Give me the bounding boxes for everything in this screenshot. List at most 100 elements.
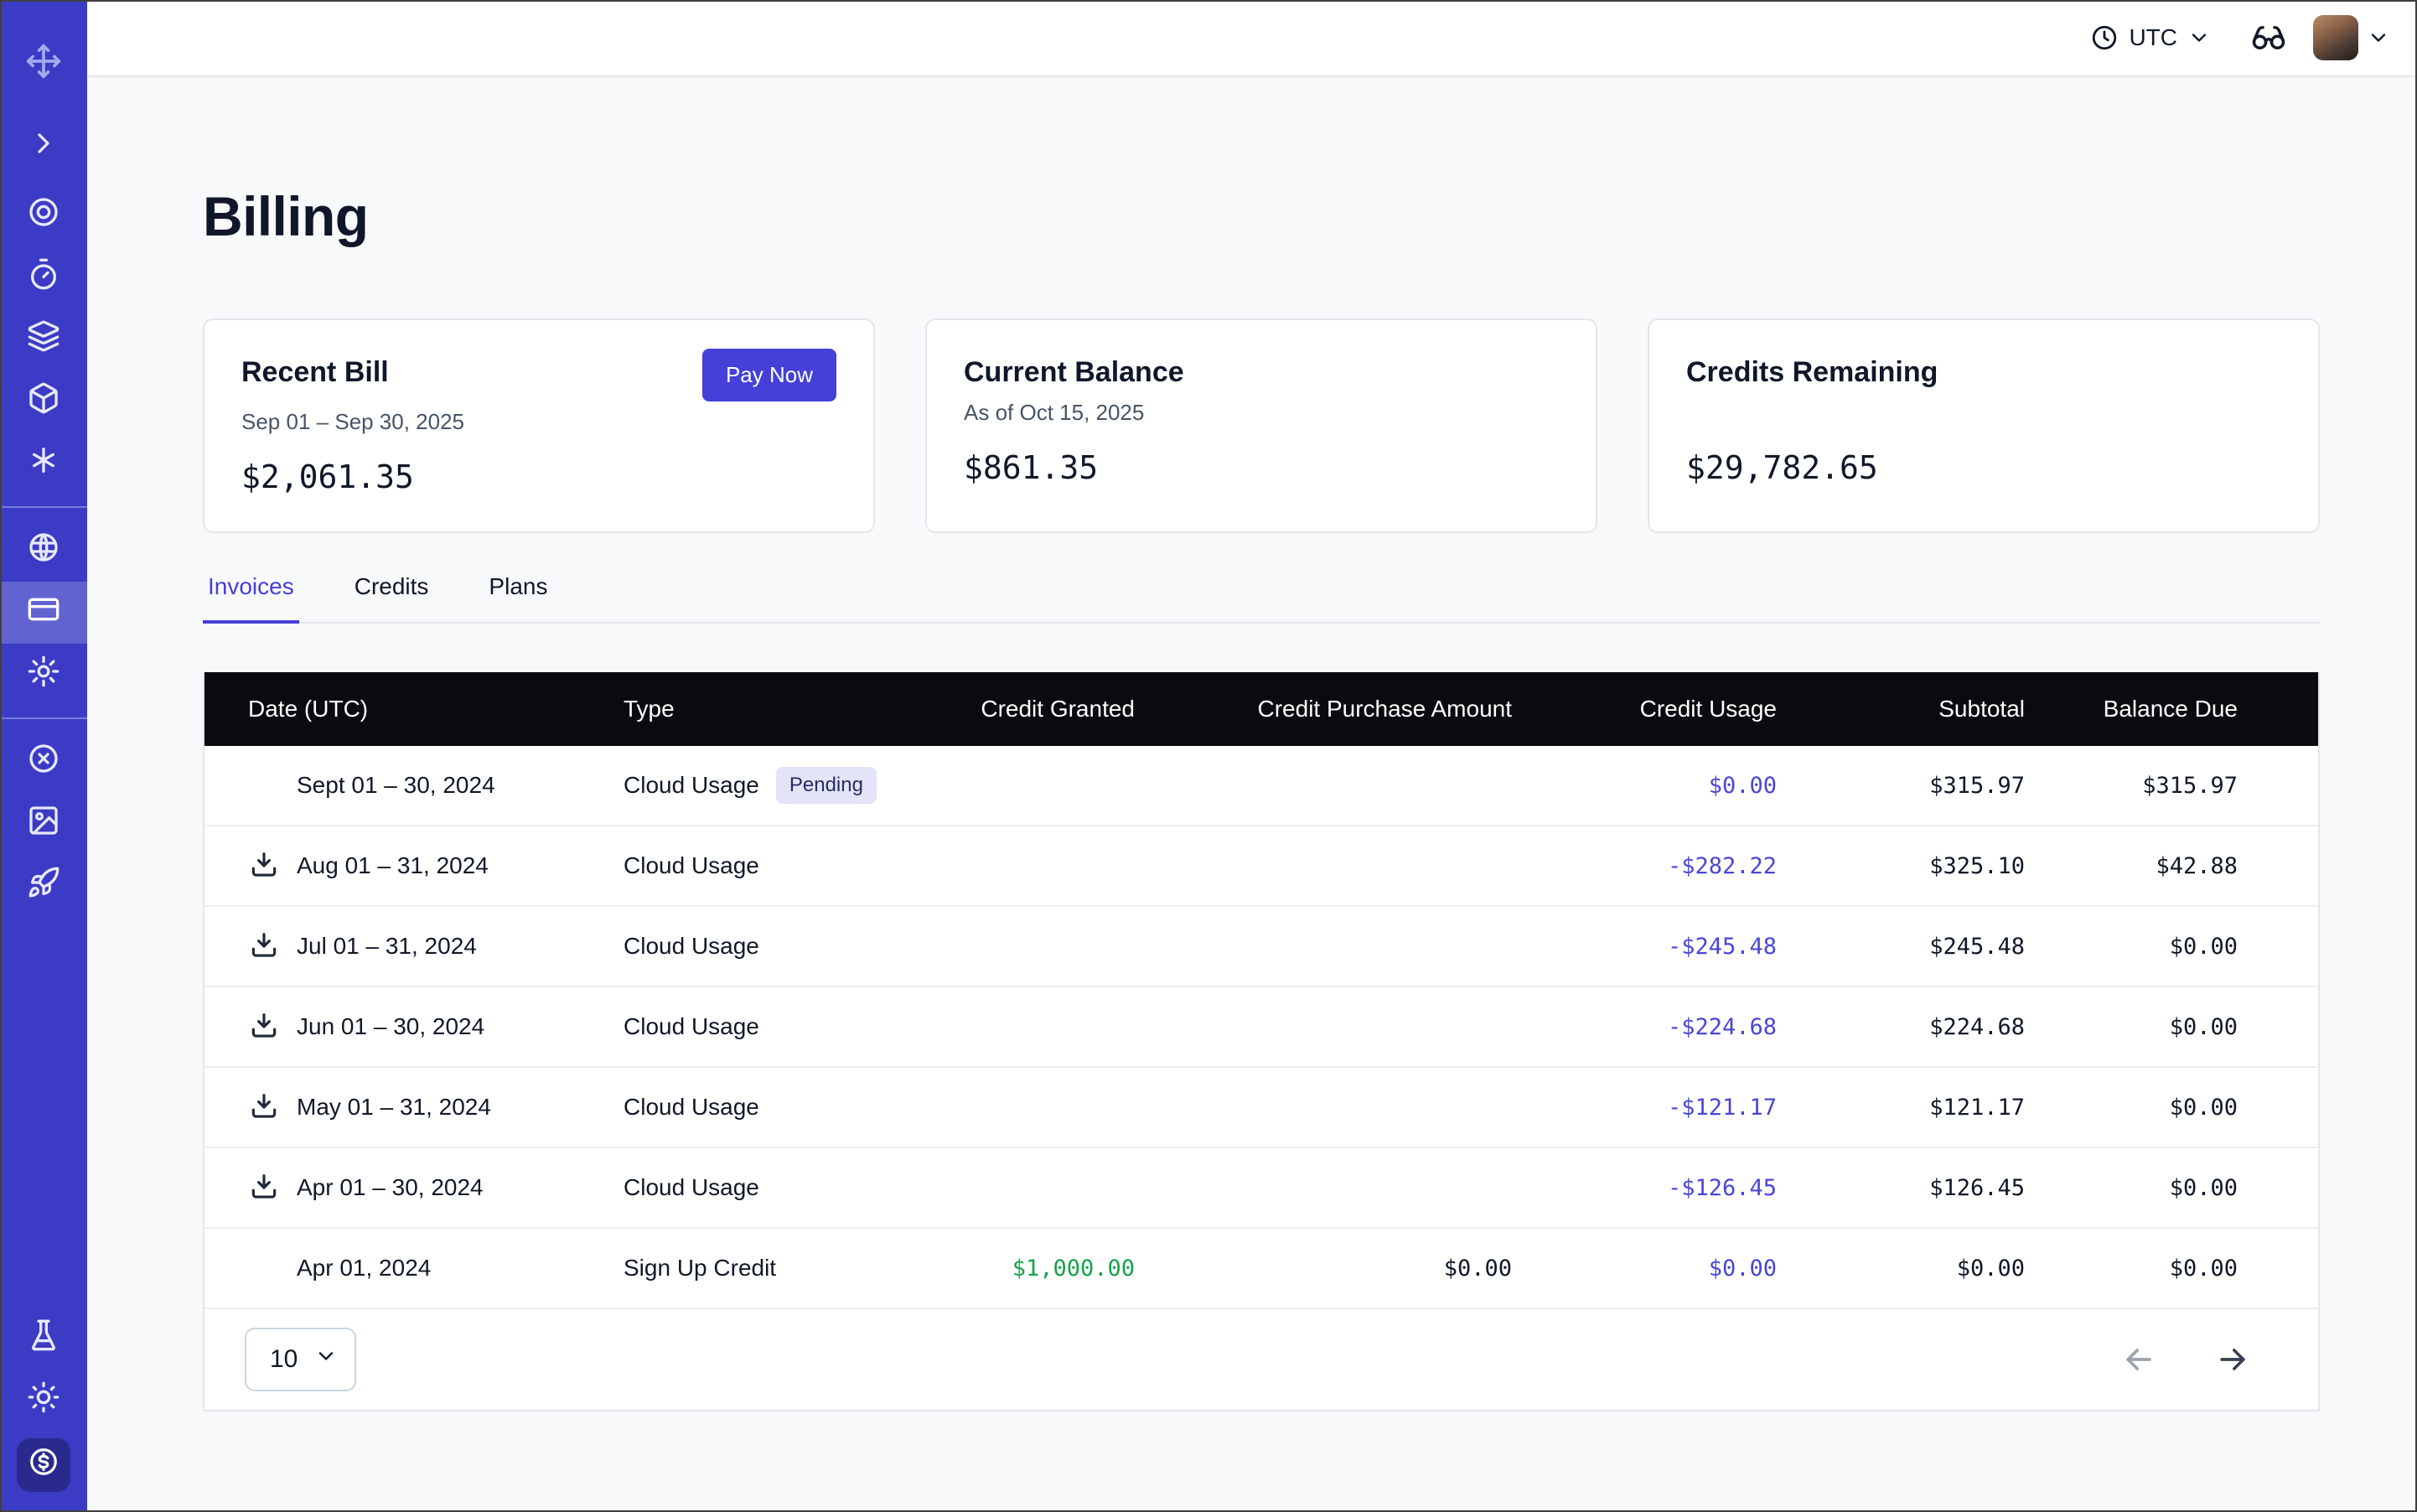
table-row: Jul 01 – 31, 2024 Cloud Usage -$245.48 $… [204, 907, 2318, 987]
column-header-subtotal: Subtotal [1777, 696, 2025, 722]
tab-plans[interactable]: Plans [484, 573, 552, 622]
table-row: Apr 01, 2024 Sign Up Credit $1,000.00 $0… [204, 1229, 2318, 1309]
column-header-type: Type [624, 696, 892, 722]
subtotal-value: $325.10 [1777, 853, 2025, 879]
summary-cards: Recent Bill Pay Now Sep 01 – Sep 30, 202… [203, 318, 2320, 533]
card-subtitle: As of Oct 15, 2025 [964, 397, 1559, 427]
invoice-type: Cloud Usage [624, 1013, 759, 1040]
sidebar-item-activity[interactable] [0, 246, 87, 308]
balance-due-value: $0.00 [2025, 1256, 2318, 1282]
column-header-credit-usage: Credit Usage [1512, 696, 1777, 722]
column-header-date: Date (UTC) [204, 696, 624, 722]
credit-usage-value: $0.00 [1512, 773, 1777, 799]
credits-remaining-card: Credits Remaining $29,782.65 [1648, 318, 2320, 533]
invoice-date: Jul 01 – 31, 2024 [297, 933, 477, 960]
table-row: May 01 – 31, 2024 Cloud Usage -$121.17 $… [204, 1068, 2318, 1148]
tab-credits[interactable]: Credits [349, 573, 434, 622]
table-row: Apr 01 – 30, 2024 Cloud Usage -$126.45 $… [204, 1148, 2318, 1229]
box-icon [27, 381, 60, 422]
clock-icon [2090, 23, 2119, 52]
sidebar-item-support[interactable] [0, 731, 87, 793]
pending-status-badge: Pending [776, 767, 877, 804]
table-header-row: Date (UTC) Type Credit Granted Credit Pu… [204, 672, 2318, 746]
sidebar-item-theme[interactable] [0, 1370, 87, 1432]
subtotal-value: $126.45 [1777, 1175, 2025, 1201]
view-mode-button[interactable] [2251, 20, 2286, 55]
sidebar [0, 0, 87, 1512]
previous-page-button[interactable] [2120, 1341, 2157, 1378]
credit-usage-value: $0.00 [1512, 1256, 1777, 1282]
current-balance-card: Current Balance As of Oct 15, 2025 $861.… [925, 318, 1597, 533]
sidebar-item-packages[interactable] [0, 370, 87, 432]
download-invoice-button[interactable] [248, 850, 280, 882]
pagination [2120, 1341, 2251, 1378]
timezone-selector[interactable]: UTC [2090, 23, 2211, 52]
sidebar-item-console[interactable] [0, 793, 87, 855]
credit-usage-value: -$126.45 [1512, 1175, 1777, 1201]
sidebar-item-clusters[interactable] [0, 308, 87, 370]
invoices-table: Date (UTC) Type Credit Granted Credit Pu… [203, 672, 2320, 1411]
balance-due-value: $0.00 [2025, 1095, 2318, 1121]
target-icon [27, 195, 60, 236]
subtotal-value: $121.17 [1777, 1095, 2025, 1121]
circle-x-icon [27, 742, 60, 782]
invoice-date: Apr 01 – 30, 2024 [297, 1174, 484, 1201]
invoice-type: Cloud Usage [624, 933, 759, 960]
subtotal-value: $0.00 [1777, 1256, 2025, 1282]
chevron-right-icon [27, 127, 60, 167]
card-subtitle [1686, 397, 2281, 427]
chevron-down-icon[interactable] [2367, 26, 2390, 49]
billing-app: UTC Billing [0, 0, 2417, 1512]
balance-due-value: $315.97 [2025, 773, 2318, 799]
gear-icon [27, 655, 60, 695]
invoice-date: Aug 01 – 31, 2024 [297, 852, 489, 879]
card-amount: $2,061.35 [241, 458, 836, 495]
download-invoice-button[interactable] [248, 1091, 280, 1123]
tab-invoices[interactable]: Invoices [203, 573, 299, 624]
balance-due-value: $0.00 [2025, 1175, 2318, 1201]
next-page-button[interactable] [2214, 1341, 2251, 1378]
sidebar-item-usage[interactable] [0, 520, 87, 582]
invoice-type: Cloud Usage [624, 1094, 759, 1121]
recent-bill-card: Recent Bill Pay Now Sep 01 – Sep 30, 202… [203, 318, 875, 533]
card-subtitle: Sep 01 – Sep 30, 2025 [241, 406, 836, 437]
avatar[interactable] [2313, 15, 2358, 60]
flask-icon [27, 1318, 60, 1359]
page-size-select[interactable]: 10 [245, 1328, 356, 1391]
sidebar-divider [0, 717, 87, 719]
sidebar-item-settings[interactable] [0, 644, 87, 706]
card-amount: $29,782.65 [1686, 449, 2281, 486]
balance-due-value: $0.00 [2025, 934, 2318, 960]
balance-due-value: $42.88 [2025, 853, 2318, 879]
billing-page: Billing Recent Bill Pay Now Sep 01 – Sep… [87, 77, 2417, 1512]
sidebar-expand-button[interactable] [0, 116, 87, 178]
dollar-icon [28, 1446, 60, 1484]
credit-usage-value: -$282.22 [1512, 853, 1777, 879]
sidebar-item-launch[interactable] [0, 855, 87, 917]
rocket-icon [27, 866, 60, 906]
download-invoice-button[interactable] [248, 1011, 280, 1043]
timer-icon [27, 257, 60, 298]
asterisk-icon [27, 443, 60, 484]
chevron-down-icon [314, 1344, 338, 1375]
pay-now-button[interactable]: Pay Now [702, 349, 836, 401]
page-size-value: 10 [270, 1345, 298, 1374]
app-logo[interactable] [0, 34, 87, 96]
subtotal-value: $224.68 [1777, 1014, 2025, 1040]
download-invoice-button[interactable] [248, 1172, 280, 1204]
invoice-date: Apr 01, 2024 [297, 1255, 431, 1282]
sidebar-item-labs[interactable] [0, 1307, 87, 1370]
sidebar-item-overview[interactable] [0, 184, 87, 246]
download-invoice-button[interactable] [248, 930, 280, 962]
subtotal-value: $245.48 [1777, 934, 2025, 960]
balance-due-value: $0.00 [2025, 1014, 2318, 1040]
card-title: Credits Remaining [1686, 352, 1938, 392]
icon-placeholder [248, 769, 280, 801]
sun-icon [27, 1380, 60, 1421]
sidebar-item-billing[interactable] [0, 582, 87, 644]
card-title: Current Balance [964, 352, 1184, 392]
invoice-type: Sign Up Credit [624, 1255, 776, 1282]
sidebar-item-integrations[interactable] [0, 432, 87, 495]
sidebar-credits-button[interactable] [17, 1438, 70, 1492]
topbar: UTC [87, 0, 2417, 77]
